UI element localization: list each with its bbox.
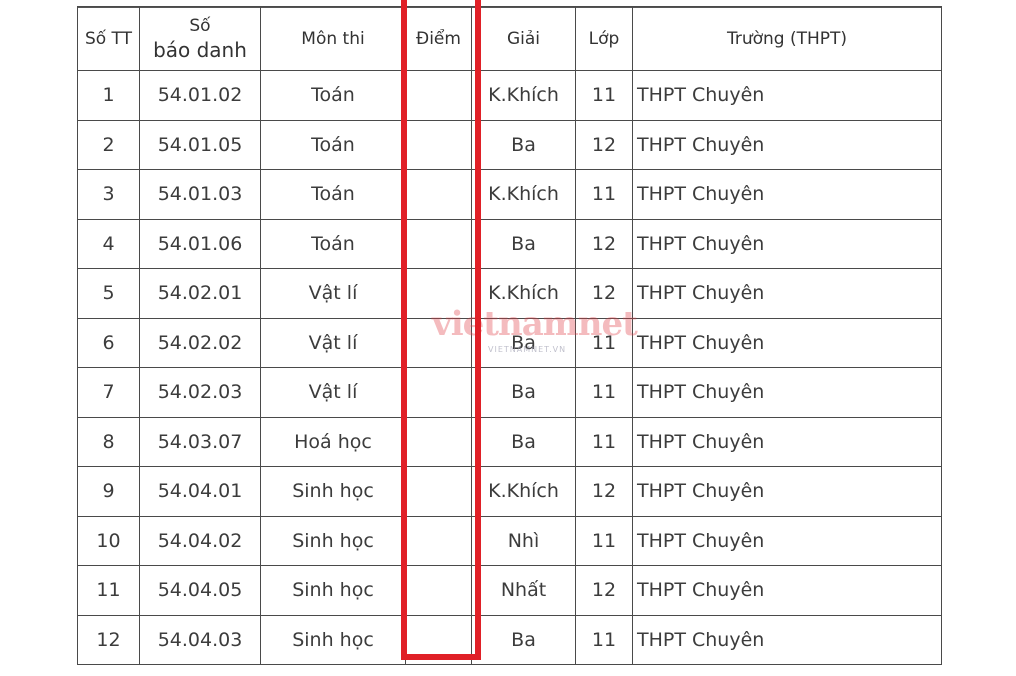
cell-mon: Toán	[260, 169, 406, 220]
cell-giai: K.Khích	[471, 169, 576, 220]
cell-mon: Sinh học	[260, 614, 406, 665]
cell-stt: 3	[77, 169, 140, 220]
cell-sbd: 54.02.03	[139, 367, 261, 418]
table-row: 3 54.01.03 Toán K.Khích 11 THPT Chuyên	[77, 169, 942, 220]
highlight-box	[401, 0, 481, 660]
cell-truong: THPT Chuyên	[632, 218, 942, 269]
header-mon: Môn thi	[260, 6, 406, 71]
cell-stt: 9	[77, 466, 140, 517]
cell-mon: Vật lí	[260, 317, 406, 368]
cell-mon: Toán	[260, 218, 406, 269]
cell-truong: THPT Chuyên	[632, 614, 942, 665]
cell-stt: 6	[77, 317, 140, 368]
cell-lop: 11	[575, 169, 633, 220]
cell-sbd: 54.02.02	[139, 317, 261, 368]
cell-sbd: 54.01.05	[139, 119, 261, 170]
cell-truong: THPT Chuyên	[632, 317, 942, 368]
cell-lop: 12	[575, 218, 633, 269]
cell-giai: K.Khích	[471, 70, 576, 121]
cell-sbd: 54.04.01	[139, 466, 261, 517]
cell-sbd: 54.04.05	[139, 565, 261, 616]
table-row: 12 54.04.03 Sinh học Ba 11 THPT Chuyên	[77, 614, 942, 665]
cell-stt: 4	[77, 218, 140, 269]
cell-sbd: 54.04.03	[139, 614, 261, 665]
watermark-sub: VIETNAMNET.VN	[488, 345, 567, 354]
cell-lop: 12	[575, 565, 633, 616]
cell-lop: 11	[575, 70, 633, 121]
cell-lop: 11	[575, 416, 633, 467]
table-row: 2 54.01.05 Toán Ba 12 THPT Chuyên	[77, 119, 942, 170]
table-row: 7 54.02.03 Vật lí Ba 11 THPT Chuyên	[77, 367, 942, 418]
cell-sbd: 54.01.06	[139, 218, 261, 269]
table-row: 1 54.01.02 Toán K.Khích 11 THPT Chuyên	[77, 70, 942, 121]
header-sbd-line2: báo danh	[153, 37, 247, 62]
cell-lop: 12	[575, 466, 633, 517]
cell-truong: THPT Chuyên	[632, 416, 942, 467]
header-lop: Lớp	[575, 6, 633, 71]
cell-mon: Hoá học	[260, 416, 406, 467]
header-sbd: Số báo danh	[139, 6, 261, 71]
cell-truong: THPT Chuyên	[632, 119, 942, 170]
cell-truong: THPT Chuyên	[632, 515, 942, 566]
cell-stt: 11	[77, 565, 140, 616]
cell-stt: 10	[77, 515, 140, 566]
table-row: 4 54.01.06 Toán Ba 12 THPT Chuyên	[77, 218, 942, 269]
table-row: 11 54.04.05 Sinh học Nhất 12 THPT Chuyên	[77, 565, 942, 616]
cell-lop: 11	[575, 367, 633, 418]
cell-sbd: 54.01.03	[139, 169, 261, 220]
table-row: 10 54.04.02 Sinh học Nhì 11 THPT Chuyên	[77, 515, 942, 566]
header-stt: Số TT	[77, 6, 140, 71]
cell-stt: 8	[77, 416, 140, 467]
cell-stt: 12	[77, 614, 140, 665]
header-sbd-line1: Số	[189, 15, 211, 36]
cell-mon: Sinh học	[260, 466, 406, 517]
cell-mon: Sinh học	[260, 565, 406, 616]
cell-mon: Vật lí	[260, 367, 406, 418]
cell-stt: 7	[77, 367, 140, 418]
cell-lop: 12	[575, 119, 633, 170]
cell-stt: 1	[77, 70, 140, 121]
cell-giai: Ba	[471, 614, 576, 665]
cell-giai: Ba	[471, 416, 576, 467]
cell-giai: Nhì	[471, 515, 576, 566]
cell-truong: THPT Chuyên	[632, 70, 942, 121]
cell-sbd: 54.02.01	[139, 268, 261, 319]
cell-mon: Vật lí	[260, 268, 406, 319]
cell-giai: Ba	[471, 367, 576, 418]
cell-mon: Sinh học	[260, 515, 406, 566]
cell-mon: Toán	[260, 70, 406, 121]
cell-truong: THPT Chuyên	[632, 367, 942, 418]
table-row: 9 54.04.01 Sinh học K.Khích 12 THPT Chuyên	[77, 466, 942, 517]
cell-sbd: 54.01.02	[139, 70, 261, 121]
cell-truong: THPT Chuyên	[632, 565, 942, 616]
header-truong: Trường (THPT)	[632, 6, 942, 71]
cell-giai: Nhất	[471, 565, 576, 616]
cell-giai: K.Khích	[471, 466, 576, 517]
cell-stt: 5	[77, 268, 140, 319]
table-row: 8 54.03.07 Hoá học Ba 11 THPT Chuyên	[77, 416, 942, 467]
cell-mon: Toán	[260, 119, 406, 170]
header-row: Số TT Số báo danh Môn thi Điểm Giải Lớp T…	[77, 6, 942, 71]
cell-sbd: 54.03.07	[139, 416, 261, 467]
cell-lop: 11	[575, 515, 633, 566]
header-giai: Giải	[471, 6, 576, 71]
cell-giai: Ba	[471, 119, 576, 170]
cell-giai: Ba	[471, 218, 576, 269]
cell-lop: 11	[575, 614, 633, 665]
cell-truong: THPT Chuyên	[632, 268, 942, 319]
cell-stt: 2	[77, 119, 140, 170]
cell-truong: THPT Chuyên	[632, 169, 942, 220]
cell-truong: THPT Chuyên	[632, 466, 942, 517]
cell-sbd: 54.04.02	[139, 515, 261, 566]
